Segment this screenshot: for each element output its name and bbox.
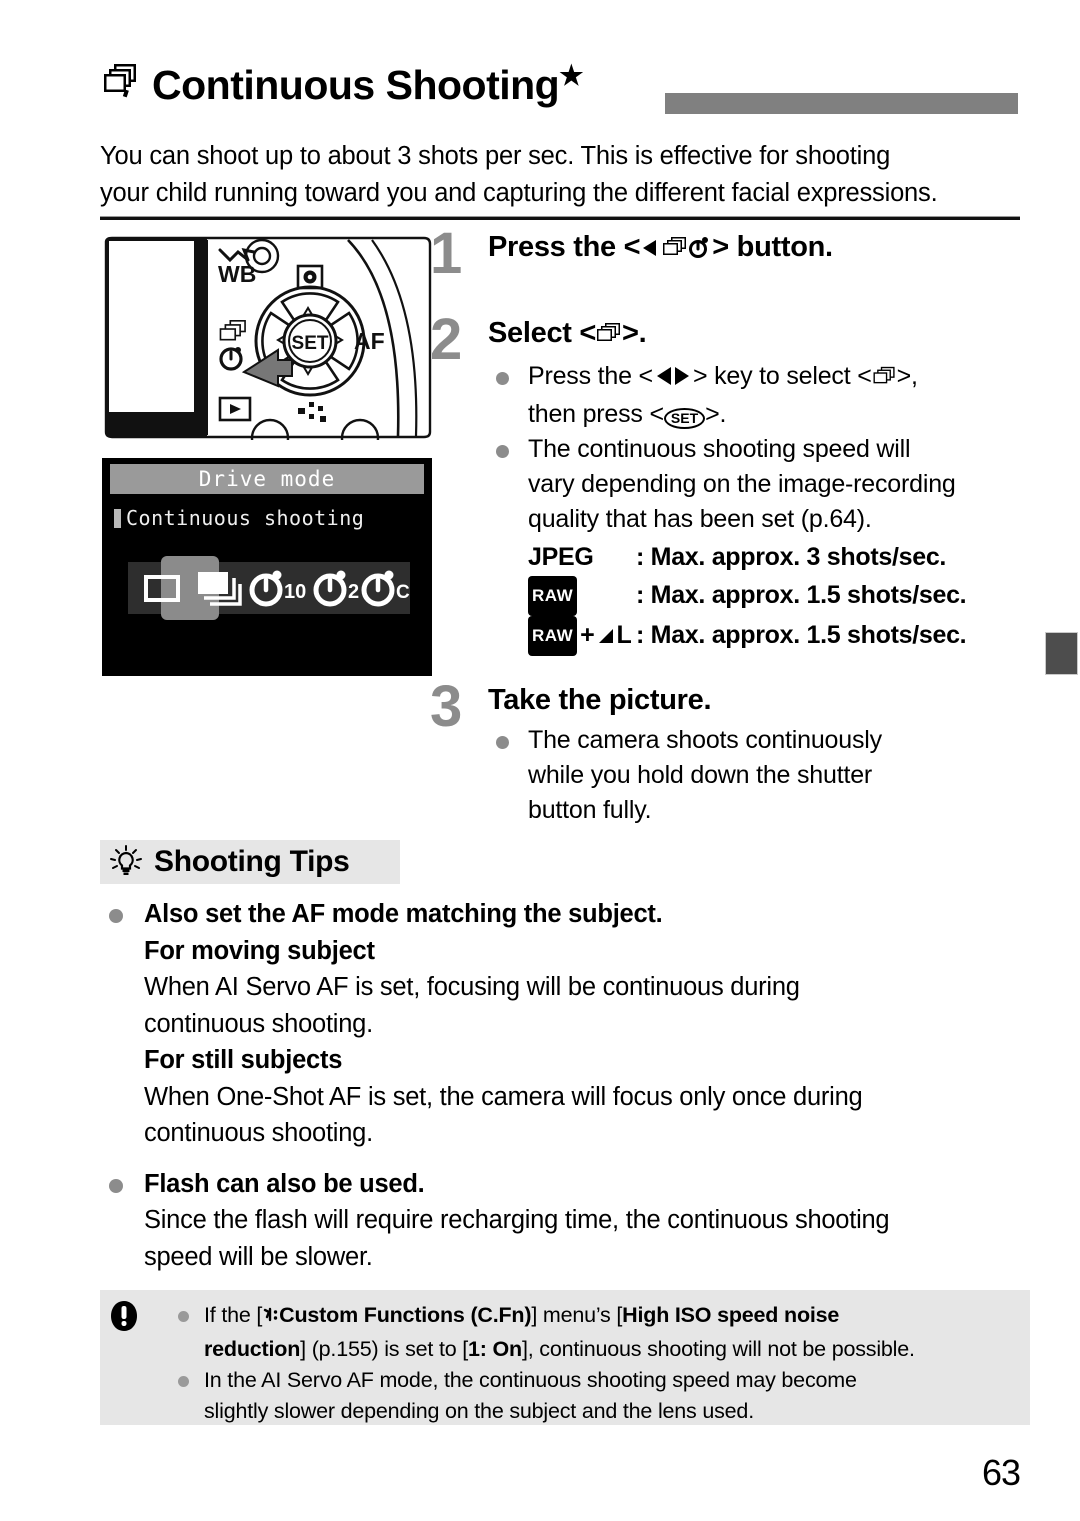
raw-badge-icon: RAW xyxy=(528,616,578,656)
caution-item-2-line2: slightly slower depending on the subject… xyxy=(204,1399,754,1423)
caution-list: If the [Custom Functions (C.Fn)] menu’s … xyxy=(172,1300,1022,1427)
self-timer-continuous-icon[interactable]: C xyxy=(358,562,414,614)
tip-1-body-1a: When AI Servo AF is set, focusing will b… xyxy=(144,973,800,1001)
svg-text:C: C xyxy=(396,582,410,603)
caution-item-2-line1: In the AI Servo AF mode, the continuous … xyxy=(204,1368,857,1392)
spec-value-raw: : Max. approx. 1.5 shots/sec. xyxy=(636,581,967,609)
plus-sign: + xyxy=(580,621,595,649)
shooting-tips-label: Shooting Tips xyxy=(154,845,350,878)
left-right-arrow-icon xyxy=(653,362,693,397)
step-3-line-2: while you hold down the shutter xyxy=(528,761,873,789)
spec-value-raw-plus-l: : Max. approx. 1.5 shots/sec. xyxy=(636,621,967,649)
self-timer-10-icon[interactable]: 10 xyxy=(246,562,306,614)
section-divider xyxy=(100,216,1020,220)
lcd-option-icons: 10 2 C xyxy=(128,562,410,614)
step-3-line-3: button fully. xyxy=(528,796,652,824)
tip-1-body-1b: continuous shooting. xyxy=(144,1009,373,1038)
intro-line-2: your child running toward you and captur… xyxy=(100,179,938,207)
step-2-bullets: Press the < > key to select < >, then pr… xyxy=(488,359,1025,537)
tip-1-body-2a: When One-Shot AF is set, the camera will… xyxy=(144,1082,863,1111)
step-3: 3 Take the picture. The camera shoots co… xyxy=(430,674,1025,828)
spec-row-raw-plus-l: RAW + L: Max. approx. 1.5 shots/sec. xyxy=(528,616,1025,657)
spec-label-jpeg: JPEG xyxy=(528,543,594,571)
step-2-bullet-2-line1: The continuous shooting speed will xyxy=(528,435,911,463)
continuous-shooting-icon xyxy=(872,362,897,397)
caution-item-1-line2: reduction] (p.155) is set to [1: On], co… xyxy=(204,1337,915,1361)
large-size-label: L xyxy=(616,621,632,649)
tip-1-body-2b: continuous shooting. xyxy=(144,1119,373,1147)
svg-text:10: 10 xyxy=(284,581,306,603)
page-number: 63 xyxy=(981,1452,1021,1493)
svg-text:SET: SET xyxy=(292,333,329,354)
tip-1-heading: Also set the AF mode matching the subjec… xyxy=(100,896,1030,933)
lcd-title: Drive mode xyxy=(110,464,424,494)
spec-value-jpeg: : Max. approx. 3 shots/sec. xyxy=(636,543,947,571)
step-2-bullet-1-line2: then press < SET >. xyxy=(528,400,727,429)
svg-text:WB: WB xyxy=(218,261,256,287)
procedure-steps: 1 Press the < > button. 2 Select < >. Pr… xyxy=(430,221,1025,828)
intro-paragraph: You can shoot up to about 3 shots per se… xyxy=(100,138,1025,212)
spec-label-raw: RAW xyxy=(528,576,636,616)
step-3-line-1: The camera shoots continuously xyxy=(528,726,882,754)
lcd-selected-label: Continuous shooting xyxy=(114,506,364,530)
step-3-number: 3 xyxy=(430,674,463,739)
step-1-number: 1 xyxy=(430,221,463,286)
continuous-shooting-icon[interactable] xyxy=(190,562,246,614)
self-timer-icon xyxy=(688,231,712,269)
lcd-drive-mode-screen: Drive mode Continuous shooting 10 2 C xyxy=(102,458,432,676)
step-2-number: 2 xyxy=(430,307,463,372)
caution-item-1: If the [Custom Functions (C.Fn)] menu’s … xyxy=(172,1300,1022,1365)
shooting-tips-header: Shooting Tips xyxy=(100,840,400,884)
spec-row-raw: RAW : Max. approx. 1.5 shots/sec. xyxy=(528,576,1025,616)
chapter-tab-marker xyxy=(1045,632,1078,675)
step-2: 2 Select < >. Press the < > key to selec… xyxy=(430,307,1025,657)
page-title: Continuous Shooting★ xyxy=(152,60,583,108)
speed-spec-table: JPEG : Max. approx. 3 shots/sec. RAW : Max… xyxy=(488,539,1025,657)
tip-1-sub-1: For moving subject xyxy=(144,936,375,965)
continuous-shooting-icon xyxy=(662,231,688,269)
step-2-heading: Select < >. xyxy=(488,314,1025,355)
step-3-bullets: The camera shoots continuously while you… xyxy=(488,723,1025,828)
set-button-icon: SET xyxy=(663,408,706,429)
step-2-bullet-1: Press the < > key to select < >, then pr… xyxy=(488,359,1025,432)
left-arrow-icon xyxy=(640,231,662,269)
star-marker: ★ xyxy=(559,60,583,91)
intro-line-1: You can shoot up to about 3 shots per se… xyxy=(100,142,891,170)
svg-text:AF: AF xyxy=(354,328,385,354)
tip-2-body-1b: speed will be slower. xyxy=(144,1242,373,1271)
header-accent-bar xyxy=(665,93,1018,114)
step-1: 1 Press the < > button. xyxy=(430,221,1025,314)
shooting-tips-body: Also set the AF mode matching the subjec… xyxy=(100,896,1030,1275)
continuous-shooting-icon xyxy=(596,317,622,355)
spec-row-jpeg: JPEG : Max. approx. 3 shots/sec. xyxy=(528,539,1025,576)
camera-back-diagram: WB SET AF xyxy=(102,236,434,458)
step-2-bullet-2-line3: quality that has been set (p.64). xyxy=(528,505,872,533)
lightbulb-icon xyxy=(108,844,144,880)
lcd-cursor-mark xyxy=(114,509,121,528)
step-2-bullet-2-line2: vary depending on the image-recording xyxy=(528,470,956,498)
raw-badge-icon: RAW xyxy=(528,576,578,616)
tip-2-body-1a: Since the flash will require recharging … xyxy=(144,1206,890,1234)
tip-1-sub-2: For still subjects xyxy=(144,1046,343,1074)
continuous-shooting-icon xyxy=(100,60,142,102)
caution-box: If the [Custom Functions (C.Fn)] menu’s … xyxy=(100,1290,1030,1425)
tip-2-heading: Flash can also be used. xyxy=(100,1166,1030,1203)
wrench-setup-icon xyxy=(262,1303,279,1334)
caution-icon xyxy=(106,1298,142,1334)
caution-item-2: In the AI Servo AF mode, the continuous … xyxy=(172,1365,1022,1427)
fine-quality-icon xyxy=(597,620,616,657)
spec-label-raw-plus-l: RAW + L xyxy=(528,616,636,657)
step-1-heading: Press the < > button. xyxy=(488,228,1025,269)
step-2-bullet-2: The continuous shooting speed will vary … xyxy=(488,432,1025,537)
step-3-heading: Take the picture. xyxy=(488,684,712,716)
single-shooting-icon[interactable] xyxy=(134,562,190,614)
step-3-bullet-1: The camera shoots continuously while you… xyxy=(488,723,1025,828)
manual-page: Continuous Shooting★ You can shoot up to… xyxy=(0,0,1080,1521)
